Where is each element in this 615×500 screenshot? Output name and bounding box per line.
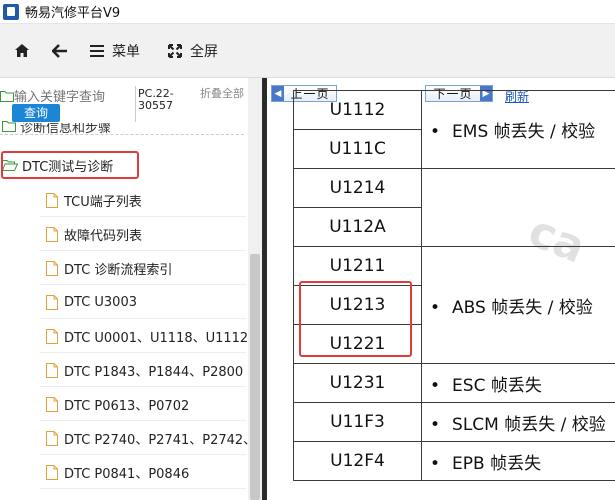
search-button[interactable]: 查询 [12, 104, 60, 122]
table-row: U1214 [293, 168, 615, 247]
highlight-box [299, 281, 412, 357]
table-row: U1211 • ABS 帧丢失 / 校验 [293, 246, 615, 364]
dtc-code: U1211 [293, 246, 422, 286]
home-icon [15, 44, 29, 57]
table-row: U1231 • ESC 帧丢失 [293, 363, 615, 403]
document-icon [46, 294, 58, 310]
dtc-description-text: ESC 帧丢失 [452, 375, 542, 396]
tree-item-label: DTC P2740、P2741、P2742、 [64, 432, 257, 448]
chevron-left-icon: ◀ [272, 86, 284, 101]
tree-item[interactable]: DTC P2740、P2741、P2742、 [46, 428, 256, 448]
dtc-description-text: EPB 帧丢失 [452, 453, 542, 474]
folder-icon [2, 121, 16, 132]
divider [40, 250, 246, 251]
tree-item-label: DTC P0613、P0702 [64, 398, 190, 414]
dtc-description: • EMS 帧丢失 / 校验 [421, 90, 615, 169]
divider [135, 86, 136, 122]
tree-item[interactable]: DTC P0841、P0846 [46, 462, 189, 482]
hamburger-icon [90, 44, 104, 57]
dtc-code: U1231 [293, 363, 422, 403]
search-row: 查询 PC.22-30557 折叠全部 [0, 78, 248, 128]
document-icon [46, 464, 58, 480]
fullscreen-label: 全屏 [190, 43, 218, 60]
left-panel: 查询 PC.22-30557 折叠全部 诊断信息和步骤 DTC测试与诊断 TCU… [0, 78, 262, 500]
app-icon [3, 3, 19, 20]
divider [40, 420, 246, 421]
highlight-box [1, 151, 139, 179]
tree-item[interactable]: DTC P0613、P0702 [46, 394, 189, 414]
expand-icon [168, 43, 182, 58]
pc-number: PC.22-30557 [138, 87, 174, 112]
dtc-code: U1214 [293, 168, 422, 208]
back-button[interactable] [46, 36, 74, 66]
bullet-icon: • [430, 453, 441, 474]
tree-item-label: DTC 诊断流程索引 [64, 262, 173, 278]
title-bar: 畅易汽修平台V9 [0, 0, 615, 24]
menu-label: 菜单 [112, 43, 140, 60]
dtc-code: U112A [293, 207, 422, 247]
tree-item-label: 故障代码列表 [64, 228, 143, 244]
dtc-description: • ABS 帧丢失 / 校验 [421, 246, 615, 364]
dtc-code: U11F3 [293, 402, 422, 442]
document-panel: ◀ 上一页 下一页 ▶ 刷新 ca U1112 • EMS 帧丢失 / 校验 U111… [267, 78, 615, 500]
toolbar: 菜单 全屏 [0, 24, 615, 78]
document-icon [46, 192, 58, 208]
dtc-description-text: ABS 帧丢失 / 校验 [452, 297, 593, 318]
tree-item[interactable]: DTC P1843、P1844、P2800 [46, 360, 243, 380]
divider [40, 318, 246, 319]
bullet-icon: • [430, 414, 441, 435]
dtc-description: • SLCM 帧丢失 / 校验 [421, 402, 615, 442]
document-page: ca U1112 • EMS 帧丢失 / 校验 U111C U1214 U112A U121… [267, 90, 615, 500]
tree-item[interactable]: TCU端子列表 [46, 190, 142, 210]
dtc-description [421, 168, 615, 247]
dtc-code: U111C [293, 129, 422, 169]
fold-all-button[interactable]: 折叠全部 [200, 88, 244, 100]
folder-icon [0, 91, 14, 102]
dtc-code: U1112 [293, 90, 422, 130]
document-icon [46, 396, 58, 412]
table-row: U1112 • EMS 帧丢失 / 校验 [293, 90, 615, 169]
tree-item[interactable]: DTC U3003 [46, 292, 137, 312]
divider [40, 488, 246, 489]
home-button[interactable] [8, 36, 36, 66]
tree-item-label: DTC U0001、U1118、U1112、 [64, 330, 262, 346]
tree-item[interactable]: 故障代码列表 [46, 224, 142, 244]
divider [40, 386, 246, 387]
tree-item-label: DTC U3003 [64, 294, 137, 310]
menu-button[interactable]: 菜单 [84, 36, 146, 66]
tree-item[interactable]: DTC 诊断流程索引 [46, 258, 172, 278]
divider [40, 216, 246, 217]
tree-item-label: TCU端子列表 [64, 194, 142, 210]
document-icon [46, 226, 58, 242]
table-row: U12F4 • EPB 帧丢失 [293, 441, 615, 481]
tree-item-label: DTC P1843、P1844、P2800 [64, 364, 244, 380]
left-scrollbar[interactable] [248, 78, 262, 500]
search-input[interactable] [14, 86, 132, 106]
arrow-left-icon [52, 43, 67, 58]
bullet-icon: • [430, 297, 441, 318]
window-title: 畅易汽修平台V9 [25, 6, 121, 21]
tree-item[interactable]: DTC U0001、U1118、U1112、 [46, 326, 261, 346]
dtc-description-text: SLCM 帧丢失 / 校验 [452, 414, 606, 435]
bullet-icon: • [430, 375, 441, 396]
fullscreen-button[interactable]: 全屏 [162, 36, 224, 66]
bullet-icon: • [430, 122, 441, 142]
document-icon [46, 260, 58, 276]
document-icon [46, 328, 58, 344]
document-icon [46, 430, 58, 446]
dtc-code: U12F4 [293, 441, 422, 481]
dtc-description: • ESC 帧丢失 [421, 363, 615, 403]
dtc-description: • EPB 帧丢失 [421, 441, 615, 481]
dtc-description-text: EMS 帧丢失 / 校验 [452, 122, 596, 142]
scrollbar-thumb[interactable] [250, 254, 260, 500]
divider [40, 284, 246, 285]
table-row: U11F3 • SLCM 帧丢失 / 校验 [293, 402, 615, 442]
divider [40, 352, 246, 353]
tree-item-label: DTC P0841、P0846 [64, 466, 190, 482]
divider [40, 454, 246, 455]
divider [0, 134, 244, 135]
document-icon [46, 362, 58, 378]
